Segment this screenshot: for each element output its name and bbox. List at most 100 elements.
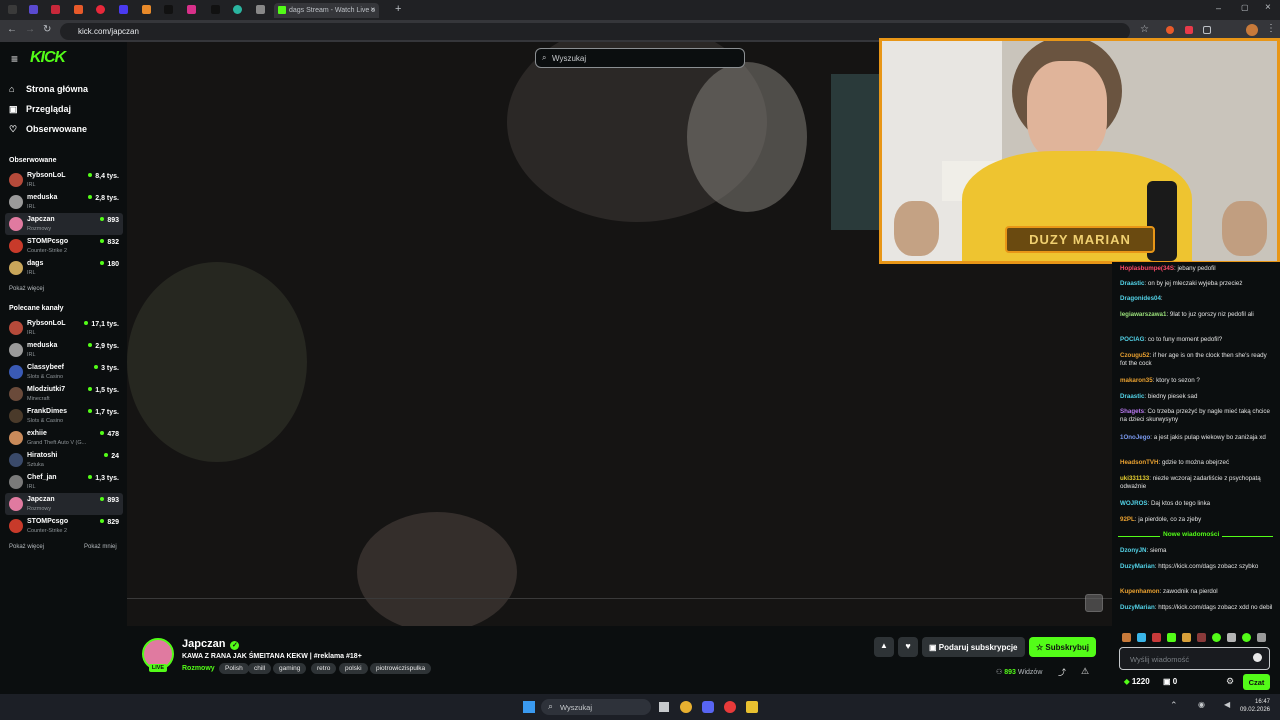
tab-icon[interactable] [187,5,196,14]
taskbar-search[interactable]: ⌕ Wyszukaj [541,699,651,715]
emote-bar[interactable] [1120,631,1275,645]
gift-counter[interactable]: ▣ 0 [1163,677,1177,686]
channel-item[interactable]: RybsonLoL IRL 17,1 tys. [5,317,123,339]
chat-username[interactable]: 1OnoJego [1120,434,1150,441]
tab-icon[interactable] [211,5,220,14]
show-more-followed[interactable]: Pokaż więcej [9,286,44,292]
emote-icon[interactable] [1167,633,1176,642]
extension-icon[interactable] [1185,26,1193,34]
tab-icon[interactable] [74,5,83,14]
channel-item[interactable]: Mlodziutki7 Minecraft 1,5 tys. [5,383,123,405]
discord-icon[interactable] [702,701,714,713]
emote-icon[interactable] [1212,633,1221,642]
chat-username[interactable]: HeadsonTVH [1120,459,1159,466]
send-chat-button[interactable]: Czat [1243,674,1270,690]
profile-avatar[interactable] [1246,24,1258,36]
chat-username[interactable]: POCIAG [1120,336,1144,343]
tab-icon[interactable] [142,5,151,14]
chat-username[interactable]: WOJROS [1120,500,1148,507]
gift-subs-button[interactable]: ▣ Podaruj subskrypcje [922,637,1025,657]
channel-item[interactable]: Classybeef Slots & Casino 3 tys. [5,361,123,383]
chat-username[interactable]: DuzyMarian [1120,604,1155,611]
chat-username[interactable]: Czougu52 [1120,352,1150,359]
tag[interactable]: piotrowiczispulka [370,663,432,674]
report-warning-icon[interactable]: ⚠ [1081,666,1089,677]
tab-icon[interactable] [8,5,17,14]
chat-username[interactable]: Dragonides04 [1120,295,1161,302]
menu-dots-icon[interactable]: ⋮ [1266,23,1276,34]
tab-icon[interactable] [256,5,265,14]
search-input[interactable]: ⌕ Wyszukaj [535,48,745,68]
emote-icon[interactable] [1152,633,1161,642]
channel-item[interactable]: STOMPcsgo Counter-Strike 2 832 [5,235,123,257]
show-more-recommended[interactable]: Pokaż więcej [9,544,44,550]
emoji-icon[interactable] [1253,653,1262,662]
tab-icon[interactable] [51,5,60,14]
extensions-puzzle-icon[interactable] [1203,26,1211,34]
chat-username[interactable]: Shagets [1120,408,1144,415]
channel-item[interactable]: meduska IRL 2,9 tys. [5,339,123,361]
chat-username[interactable]: Draastic [1120,280,1144,287]
app-icon[interactable] [724,701,736,713]
minimize-icon[interactable]: – [1216,3,1221,13]
nav-home[interactable]: ⌂ Strona główna [9,84,88,94]
windows-start-icon[interactable] [523,701,535,713]
channel-item[interactable]: meduska IRL 2,8 tys. [5,191,123,213]
chat-username[interactable]: makaron35 [1120,377,1153,384]
emote-icon[interactable] [1257,633,1266,642]
tab-icon[interactable] [233,5,242,14]
settings-gear-icon[interactable]: ⚙ [1226,676,1234,687]
task-view-icon[interactable] [659,702,669,712]
emote-icon[interactable] [1137,633,1146,642]
channel-item[interactable]: Hiratoshi Sztuka 24 [5,449,123,471]
channel-item[interactable]: exhiie Grand Theft Auto V (G... 478 [5,427,123,449]
tag[interactable]: chill [248,663,272,674]
emote-icon[interactable] [1227,633,1236,642]
channel-item[interactable]: RybsonLoL IRL 8,4 tys. [5,169,123,191]
progress-bar[interactable] [127,598,1112,599]
reload-icon[interactable]: ↻ [43,24,51,35]
chat-username[interactable]: legiawarszawa1 [1120,311,1166,318]
chevron-up-icon[interactable]: ⌃ [1170,700,1178,711]
bookmark-star-icon[interactable]: ☆ [1140,24,1149,35]
follow-heart-button[interactable]: ♥ [898,637,918,657]
channel-item[interactable]: Chef_jan IRL 1,3 tys. [5,471,123,493]
chat-username[interactable]: 92PL [1120,516,1135,523]
close-icon[interactable]: × [370,5,375,14]
chat-username[interactable]: DzonyJN [1120,547,1146,554]
points-counter[interactable]: ⬥ 1220 [1124,677,1150,687]
channel-item[interactable]: dags IRL 180 [5,257,123,279]
channel-item[interactable]: Japczan Rozmowy 893 [5,213,123,235]
app-icon[interactable] [746,701,758,713]
mic-icon[interactable]: ◉ [1198,700,1205,709]
hamburger-menu-icon[interactable]: ≡ [11,52,18,66]
tag[interactable]: retro [311,663,337,674]
emote-icon[interactable] [1182,633,1191,642]
subscribe-button[interactable]: ☆ Subskrybuj [1029,637,1096,657]
fullscreen-icon[interactable] [1085,594,1103,612]
chat-input[interactable]: Wyślij wiadomość [1119,647,1270,670]
tab-active[interactable]: dags Stream - Watch Live o × [274,3,379,18]
kick-logo[interactable]: KICK [30,49,66,67]
nav-browse[interactable]: ▣ Przeglądaj [9,104,71,115]
stream-category[interactable]: Rozmowy [182,665,215,672]
channel-item[interactable]: Japczan Rozmowy 893 [5,493,123,515]
share-icon[interactable]: ⤴ [1058,667,1066,678]
channel-item[interactable]: STOMPcsgo Counter-Strike 2 829 [5,515,123,537]
emote-icon[interactable] [1122,633,1131,642]
volume-icon[interactable]: ◀ [1224,700,1230,709]
emote-icon[interactable] [1197,633,1206,642]
chrome-icon[interactable] [680,701,692,713]
notification-bell-button[interactable]: ▲ [874,637,894,657]
emote-icon[interactable] [1242,633,1251,642]
forward-icon[interactable]: → [25,24,35,35]
new-tab-icon[interactable]: + [395,3,401,15]
tag[interactable]: Polish [219,663,249,674]
channel-item[interactable]: FrankDimes Slots & Casino 1,7 tys. [5,405,123,427]
channel-name[interactable]: Japczan ✓ [182,638,240,650]
back-icon[interactable]: ← [7,24,17,35]
tab-icon[interactable] [96,5,105,14]
tag[interactable]: polski [339,663,368,674]
nav-following[interactable]: ♡ Obserwowane [9,124,87,135]
clock[interactable]: 16:47 09.02.2026 [1238,699,1270,713]
